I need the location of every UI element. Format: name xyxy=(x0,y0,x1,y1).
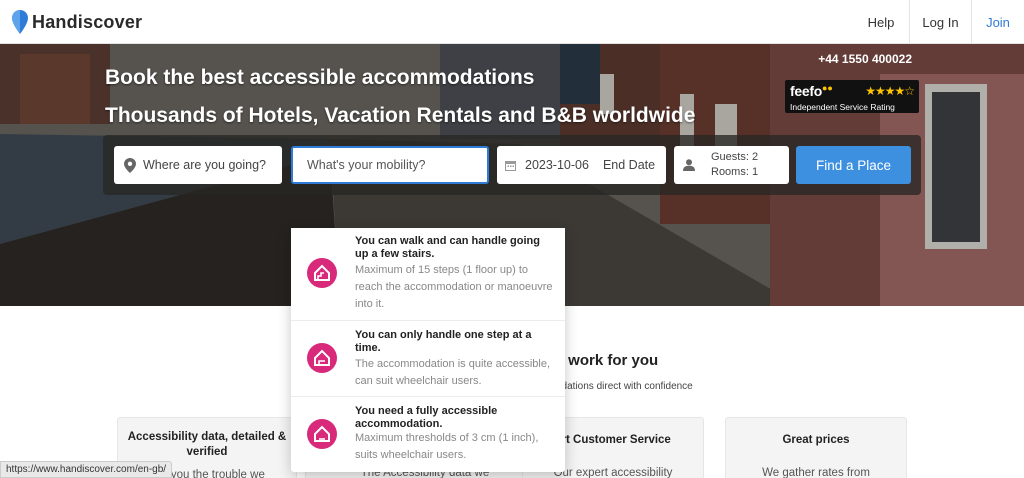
browser-status-url: https://www.handiscover.com/en-gb/ xyxy=(0,461,173,478)
join-link[interactable]: Join xyxy=(971,0,1024,44)
find-a-place-button[interactable]: Find a Place xyxy=(796,146,911,184)
destination-input[interactable]: Where are you going? xyxy=(114,146,282,184)
destination-placeholder: Where are you going? xyxy=(143,158,266,172)
option-description: Maximum thresholds of 3 cm (1 inch), sui… xyxy=(355,432,539,461)
accessible-home-icon xyxy=(307,419,337,449)
hero-subheadline: Thousands of Hotels, Vacation Rentals an… xyxy=(105,104,696,127)
map-marker-icon xyxy=(124,157,136,173)
card-title: Accessibility data, detailed & verified xyxy=(127,431,287,458)
mobility-placeholder: What's your mobility? xyxy=(307,158,426,172)
help-link[interactable]: Help xyxy=(861,0,901,44)
end-date-placeholder[interactable]: End Date xyxy=(603,158,655,172)
calendar-icon xyxy=(505,160,516,171)
card-title: Great prices xyxy=(782,434,850,446)
user-icon xyxy=(683,159,695,171)
card-text: We gather rates from xyxy=(762,467,870,478)
guests-rooms-selector[interactable]: Guests: 2 Rooms: 1 xyxy=(674,146,789,184)
option-description: The accommodation is quite accessible, c… xyxy=(355,358,551,387)
star-rating-icon: ★★★★☆ xyxy=(865,84,915,98)
guests-count: Guests: 2 xyxy=(711,151,759,163)
section-title: rd work for you xyxy=(549,352,659,369)
login-link[interactable]: Log In xyxy=(909,0,971,44)
top-header: Handiscover Help Log In Join xyxy=(0,0,1024,44)
brand-logo[interactable]: Handiscover xyxy=(12,9,142,35)
feefo-logo: feefo xyxy=(790,83,822,99)
mobility-option-stairs[interactable]: You can walk and can handle going up a f… xyxy=(291,228,565,321)
hero-headline: Book the best accessible accommodations xyxy=(105,66,535,89)
mobility-option-fully-accessible[interactable]: You need a fully accessible accommodatio… xyxy=(291,397,565,472)
stairs-icon xyxy=(307,258,337,288)
mobility-dropdown: You can walk and can handle going up a f… xyxy=(291,228,565,472)
feefo-eyes-icon: ●● xyxy=(821,83,833,93)
option-title: You can only handle one step at a time. xyxy=(355,329,532,354)
option-description: Maximum of 15 steps (1 floor up) to reac… xyxy=(355,264,553,310)
mobility-select[interactable]: What's your mobility? xyxy=(291,146,489,184)
feature-card-great-prices: Great prices We gather rates from xyxy=(725,417,907,478)
start-date-value[interactable]: 2023-10-06 xyxy=(525,158,589,172)
option-title: You can walk and can handle going up a f… xyxy=(355,235,540,260)
location-pin-icon xyxy=(12,10,28,34)
mobility-option-one-step[interactable]: You can only handle one step at a time. … xyxy=(291,321,565,397)
feefo-rating-label: Independent Service Rating xyxy=(790,102,895,112)
page: Handiscover Help Log In Join Book the be… xyxy=(0,0,1024,478)
date-range-picker[interactable]: 2023-10-06 End Date xyxy=(497,146,666,184)
phone-number[interactable]: +44 1550 400022 xyxy=(818,52,912,66)
rooms-count: Rooms: 1 xyxy=(711,166,759,178)
guests-rooms-values: Guests: 2 Rooms: 1 xyxy=(711,150,758,180)
option-title: You need a fully accessible accommodatio… xyxy=(355,405,498,430)
brand-name: Handiscover xyxy=(32,11,143,32)
top-nav: Help Log In Join xyxy=(861,0,1024,44)
section-subtitle: odations direct with confidence xyxy=(556,381,693,392)
feefo-badge[interactable]: feefo●● ★★★★☆ Independent Service Rating xyxy=(785,80,919,113)
one-step-icon xyxy=(307,343,337,373)
